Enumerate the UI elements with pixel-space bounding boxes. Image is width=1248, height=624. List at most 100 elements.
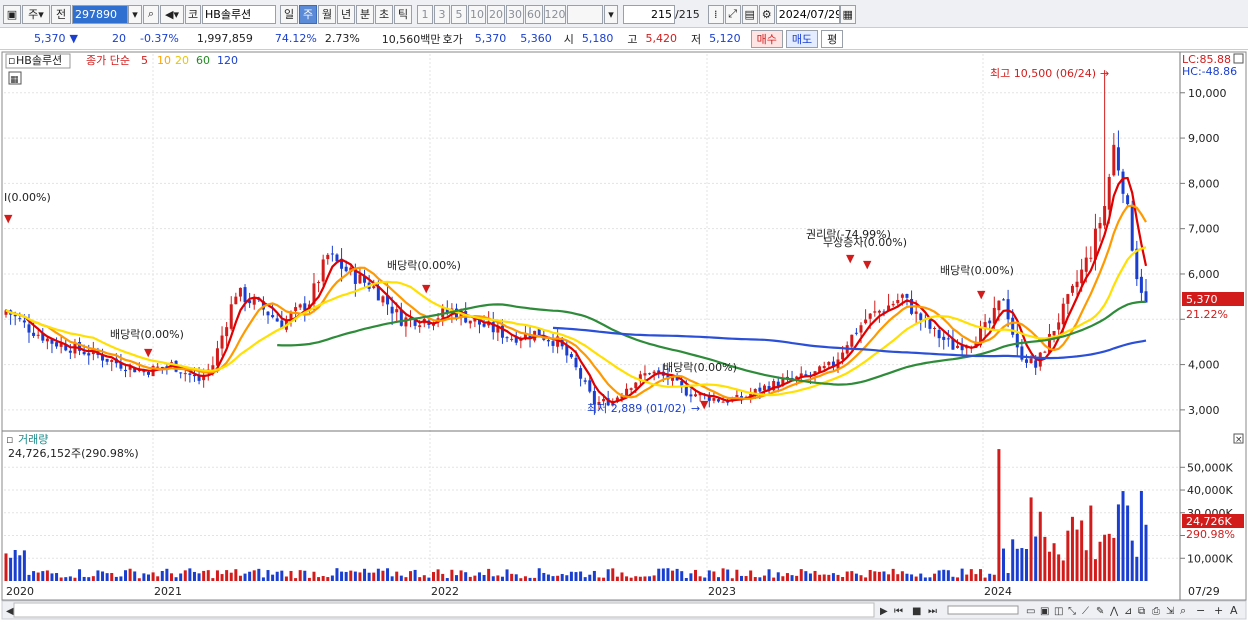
chart-canvas[interactable]: 3,000 4,000 6,000 7,000 8,000 9,000 10,000 10,0…	[0, 50, 1248, 621]
volume-bar	[859, 575, 863, 581]
zoom-slider[interactable]	[947, 605, 1019, 615]
volume-bar	[491, 576, 495, 581]
stock-code-input[interactable]	[72, 4, 128, 24]
volume-bar	[9, 557, 13, 581]
stock-name-input[interactable]	[202, 4, 276, 24]
volume-bar	[340, 571, 344, 581]
volume-bar	[836, 574, 840, 581]
print-icon[interactable]: ⎙	[1152, 606, 1160, 617]
interval-button-120[interactable]: 120	[544, 4, 566, 24]
volume-bar	[615, 576, 619, 581]
split-icon[interactable]: ▣	[1040, 606, 1049, 617]
interval-button-1[interactable]: 1	[417, 4, 433, 24]
volume-bar	[877, 571, 881, 581]
quote-bar: 5,370 ▼ 20 -0.37% 1,997,859 74.12% 2.73%…	[0, 28, 1248, 50]
period-button-4[interactable]: 분	[356, 4, 374, 24]
period-button-5[interactable]: 초	[375, 4, 393, 24]
volume-bar	[418, 577, 422, 581]
volume-bar	[358, 572, 362, 581]
candle-body	[1002, 299, 1005, 301]
period-button-2[interactable]: 월	[318, 4, 336, 24]
volume-bar	[307, 577, 311, 581]
period-button-1[interactable]: 주	[299, 4, 317, 24]
volume-bar	[41, 571, 45, 581]
scroll-right-icon[interactable]: ▶	[880, 606, 888, 617]
stop-icon[interactable]: ■	[912, 606, 921, 617]
fib-icon[interactable]: ⊿	[1124, 606, 1132, 617]
candle-body	[721, 401, 725, 403]
overlay-icon[interactable]: ◫	[1054, 606, 1063, 617]
period-button-3[interactable]: 년	[337, 4, 355, 24]
interval-dropdown-icon[interactable]: ▾	[604, 4, 618, 24]
scroll-track[interactable]	[13, 602, 875, 618]
volume-bar	[1098, 541, 1102, 581]
export-icon[interactable]: ⇲	[1166, 606, 1175, 617]
volume-bar	[988, 573, 992, 581]
scroll-bar[interactable]: ◀ ▶ ⏮ ■ ⏭ ▭ ▣ ◫ ⤡ ⟋ ✎ ⋀ ⊿ ⧉ ⎙ ⇲ ⌕ − + A	[1, 600, 1247, 620]
candle-body	[1075, 281, 1079, 288]
candle-body	[215, 348, 219, 366]
volume-bar	[721, 568, 725, 581]
volume-bar	[381, 570, 385, 581]
event-dividend-2022: 배당락(0.00%)	[663, 361, 737, 374]
interval-button-30[interactable]: 30	[506, 4, 524, 24]
code-dropdown-icon[interactable]: ▾	[128, 4, 142, 24]
zoom-out-icon[interactable]: −	[1196, 604, 1205, 617]
volume-bar	[556, 575, 560, 581]
trend-icon[interactable]: ⤡	[1068, 606, 1076, 617]
interval-button-5[interactable]: 5	[451, 4, 467, 24]
volume-bar	[110, 572, 114, 581]
volume-bar	[703, 577, 707, 581]
price-close-icon[interactable]	[1233, 53, 1244, 64]
period-button-6[interactable]: 틱	[394, 4, 412, 24]
pattern-icon[interactable]: ⋀	[1109, 606, 1119, 617]
candle-body	[891, 303, 895, 306]
interval-button-3[interactable]: 3	[434, 4, 450, 24]
buy-button[interactable]: 매수	[750, 29, 783, 48]
volume-bar	[675, 568, 679, 581]
volume-bar	[707, 570, 711, 581]
calendar-icon[interactable]: ▦	[839, 4, 856, 24]
volume-bar	[919, 573, 923, 581]
layout-icon[interactable]: ▭	[1026, 606, 1035, 617]
rewind-icon[interactable]: ⏮	[894, 606, 903, 617]
candle-body	[243, 287, 247, 303]
custom-interval-input[interactable]	[567, 4, 603, 24]
chart-area[interactable]: 3,000 4,000 6,000 7,000 8,000 9,000 10,000 10,0…	[0, 50, 1248, 621]
scroll-left-icon[interactable]: ◀	[6, 606, 14, 617]
price-type-button[interactable]: 전	[51, 4, 71, 24]
interval-button-10[interactable]: 10	[468, 4, 486, 24]
volume-bar	[477, 572, 481, 581]
line-tool-icon[interactable]: ⟋	[1082, 606, 1089, 617]
candle-body	[1061, 303, 1065, 325]
zoom-in-icon[interactable]: +	[1214, 604, 1223, 617]
sell-button[interactable]: 매도	[785, 29, 819, 48]
font-size-icon[interactable]: A	[1230, 604, 1238, 617]
play-icon[interactable]: ⏭	[928, 606, 937, 617]
interval-button-20[interactable]: 20	[487, 4, 505, 24]
volume-bar	[652, 575, 656, 581]
hc-label: HC:-48.86	[1182, 65, 1237, 78]
volume-value: 1,997,859	[196, 32, 253, 45]
draw-tool-icon[interactable]: ✎	[1096, 606, 1104, 617]
zoom-icon[interactable]: ⌕	[1180, 604, 1186, 617]
window-icon[interactable]: ▣	[3, 4, 21, 24]
crosshair-icon[interactable]: ⤢	[724, 4, 741, 24]
exchange-button[interactable]: 코	[185, 4, 201, 24]
speaker-icon[interactable]: ◀▾	[160, 4, 184, 24]
interval-button-60[interactable]: 60	[525, 4, 543, 24]
volume-bar	[767, 569, 771, 581]
candle-body	[1043, 351, 1047, 353]
market-select[interactable]: 주 ▾	[22, 4, 50, 24]
gear-icon[interactable]: ⚙	[758, 4, 775, 24]
date-input[interactable]	[775, 4, 840, 24]
average-button[interactable]: 평	[821, 29, 844, 48]
volume-bar	[717, 577, 720, 581]
candle-body	[55, 342, 59, 347]
copy-icon[interactable]: ⧉	[1138, 606, 1145, 617]
save-icon[interactable]: ▤	[741, 4, 758, 24]
settings-a-icon[interactable]: ⁞	[707, 4, 724, 24]
search-icon[interactable]: ⌕	[143, 4, 159, 24]
period-button-0[interactable]: 일	[280, 4, 298, 24]
bar-count-input[interactable]	[623, 4, 675, 24]
